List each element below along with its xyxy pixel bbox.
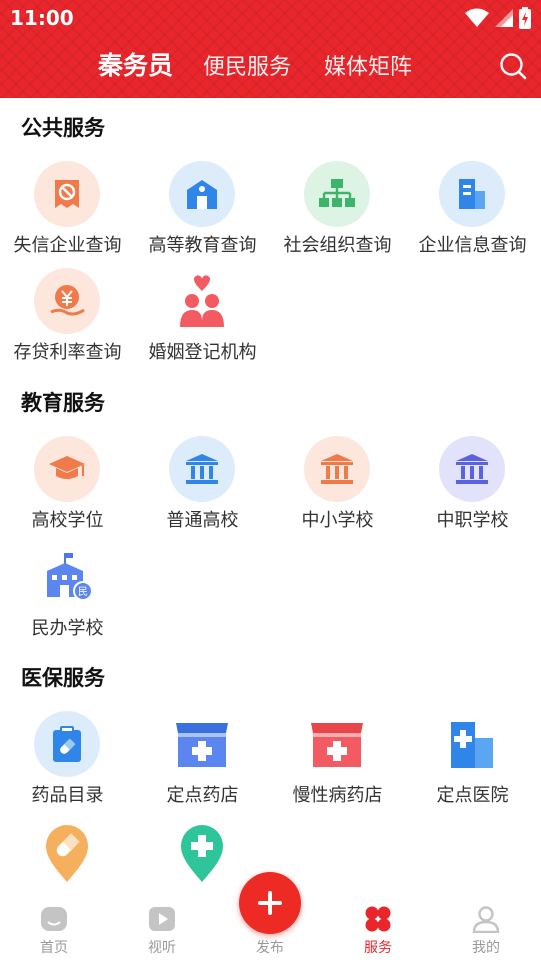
service-item-label: 高校学位: [31, 510, 104, 531]
service-item-label: 婚姻登记机构: [148, 342, 257, 363]
service-item-vocational-school[interactable]: 中职学校: [405, 436, 540, 536]
user-icon: [472, 906, 500, 933]
service-item-drug-catalog[interactable]: 药品目录: [0, 711, 135, 811]
service-item-label: 失信企业查询: [13, 235, 122, 256]
svg-text:民: 民: [78, 586, 88, 598]
service-item-designated-hospital[interactable]: 定点医院: [405, 711, 540, 811]
battery-icon: [519, 7, 531, 29]
service-item-label: 普通高校: [166, 510, 239, 531]
cross-location-icon: [169, 821, 235, 887]
service-item-regular-university[interactable]: 普通高校: [135, 436, 270, 536]
service-item-label: 高等教育查询: [148, 235, 257, 256]
pill-clipboard-icon: [34, 711, 100, 777]
tab-qinwuyuan[interactable]: 秦务员: [98, 48, 173, 84]
service-item-label: 定点医院: [436, 785, 509, 806]
tab-media-matrix[interactable]: 媒体矩阵: [324, 50, 412, 86]
office-building-icon: [439, 161, 505, 227]
service-item-label: 定点药店: [166, 785, 239, 806]
service-item-social-organization[interactable]: 社会组织查询: [270, 161, 405, 261]
service-item-label: 存贷利率查询: [13, 342, 122, 363]
service-item-label: 慢性病药店: [292, 785, 383, 806]
seal-ban-icon: [34, 161, 100, 227]
institution-icon: [439, 436, 505, 502]
nav-home[interactable]: 首页: [0, 893, 108, 963]
publish-button[interactable]: [239, 872, 301, 934]
couple-heart-icon: [169, 268, 235, 334]
nav-services[interactable]: 服务: [324, 893, 432, 963]
nav-label-profile: 我的: [472, 940, 500, 956]
service-item-label: 中小学校: [301, 510, 374, 531]
app-header: 11:00 秦务员 便民服务 媒体矩阵: [0, 0, 541, 98]
service-item-primary-secondary[interactable]: 中小学校: [270, 436, 405, 536]
service-item-label: 民办学校: [31, 618, 104, 639]
search-icon[interactable]: [499, 52, 527, 80]
nav-media[interactable]: 视听: [108, 893, 216, 963]
institution-icon: [169, 436, 235, 502]
org-chart-icon: [304, 161, 370, 227]
school-building-icon: [169, 161, 235, 227]
yuan-coin-hand-icon: [34, 268, 100, 334]
nav-label-home: 首页: [40, 940, 68, 956]
top-tab-bar: 秦务员 便民服务 媒体矩阵: [0, 48, 541, 84]
service-item-university-degree[interactable]: 高校学位: [0, 436, 135, 536]
plus-icon: [258, 891, 282, 915]
signal-icon: [495, 9, 513, 27]
service-item-dishonest-enterprise[interactable]: 失信企业查询: [0, 161, 135, 261]
status-time: 11:00: [10, 6, 74, 30]
nav-label-services: 服务: [364, 940, 392, 956]
service-item-label: 药品目录: [31, 785, 104, 806]
service-item-enterprise-info[interactable]: 企业信息查询: [405, 161, 540, 261]
service-item-higher-education[interactable]: 高等教育查询: [135, 161, 270, 261]
clover-grid-icon: [365, 906, 391, 932]
play-icon: [149, 907, 175, 931]
hospital-icon: [439, 711, 505, 777]
nav-profile[interactable]: 我的: [432, 893, 540, 963]
private-school-icon: 民: [34, 544, 100, 610]
tab-bianmin-services[interactable]: 便民服务: [203, 50, 291, 86]
service-item-interest-rate[interactable]: 存贷利率查询: [0, 268, 135, 368]
service-item-chronic-pharmacy[interactable]: 慢性病药店: [270, 711, 405, 811]
service-item-designated-pharmacy[interactable]: 定点药店: [135, 711, 270, 811]
graduation-cap-icon: [34, 436, 100, 502]
service-item-label: 社会组织查询: [283, 235, 392, 256]
status-bar: 11:00: [0, 0, 541, 36]
section-title-medical-insurance: 医保服务: [21, 666, 105, 690]
service-item-private-school[interactable]: 民 民办学校: [0, 544, 135, 644]
publish-label: 发布: [256, 940, 284, 956]
service-item-label: 企业信息查询: [418, 235, 527, 256]
status-icons: [465, 7, 531, 29]
section-title-education-services: 教育服务: [21, 391, 105, 415]
service-item-label: 中职学校: [436, 510, 509, 531]
home-icon: [41, 907, 67, 931]
pill-location-icon: [34, 821, 100, 887]
wifi-icon: [465, 8, 489, 27]
pharmacy-store-icon: [169, 711, 235, 777]
nav-label-media: 视听: [148, 940, 176, 956]
pharmacy-store-icon: [304, 711, 370, 777]
service-item-marriage-registry[interactable]: 婚姻登记机构: [135, 268, 270, 368]
institution-icon: [304, 436, 370, 502]
section-title-public-services: 公共服务: [21, 116, 105, 140]
